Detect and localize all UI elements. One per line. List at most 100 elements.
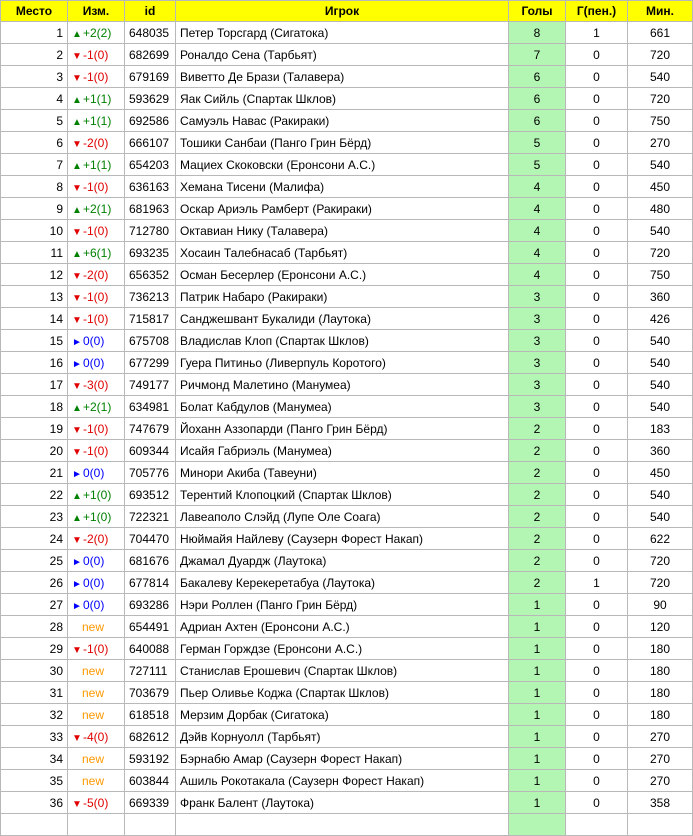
minutes-cell: 540 <box>627 329 693 352</box>
goals-cell: 1 <box>508 681 566 704</box>
player-id-cell: 712780 <box>124 219 176 242</box>
table-row[interactable]: 14 ▼-1(0) 715817 Санджешвант Букалиди (Лаут… <box>0 307 693 330</box>
table-row[interactable]: 8 ▼-1(0) 636163 Хемана Тисени (Малифа) 4 0 450 <box>0 175 693 198</box>
table-row[interactable]: 16 ►0(0) 677299 Гуера Питиньо (Ливерпуль Ко… <box>0 351 693 374</box>
minutes-cell: 720 <box>627 241 693 264</box>
table-row[interactable]: 7 ▲+1(1) 654203 Мациех Скоковски (Еронсони … <box>0 153 693 176</box>
change-value: +2(2) <box>83 25 112 40</box>
player-id-cell: 681676 <box>124 549 176 572</box>
minutes-cell: 270 <box>627 769 693 792</box>
table-row[interactable]: 33 ▼-4(0) 682612 Дэйв Корнуолл (Тарбьят) 1 0 2… <box>0 725 693 748</box>
place-cell: 10 <box>0 219 68 242</box>
goals-cell: 8 <box>508 21 566 44</box>
change-value: new <box>82 751 105 766</box>
table-row[interactable]: 9 ▲+2(1) 681963 Оскар Ариэль Рамберт (Ракир… <box>0 197 693 220</box>
table-row[interactable]: 18 ▲+2(1) 634981 Болат Кабдулов (Манумеа) 3 0… <box>0 395 693 418</box>
penalty-goals-cell: 0 <box>565 769 628 792</box>
minutes-cell: 270 <box>627 725 693 748</box>
change-value: +1(1) <box>83 113 112 128</box>
table-row[interactable]: 13 ▼-1(0) 736213 Патрик Набаро (Ракираки) 3 0… <box>0 285 693 308</box>
header-id[interactable]: id <box>124 0 176 22</box>
table-row[interactable]: 10 ▼-1(0) 712780 Октавиан Нику (Талавера) 4 0… <box>0 219 693 242</box>
goals-cell: 3 <box>508 395 566 418</box>
goals-cell: 2 <box>508 549 566 572</box>
table-row[interactable]: 23 ▲+1(0) 722321 Лавеаполо Слэйд (Лупе Оле … <box>0 505 693 528</box>
minutes-cell: 720 <box>627 571 693 594</box>
player-id-cell: 693235 <box>124 241 176 264</box>
minutes-cell: 426 <box>627 307 693 330</box>
player-id-cell: 669339 <box>124 791 176 814</box>
table-row[interactable]: 6 ▼-2(0) 666107 Тошики Санбаи (Панго Грин Б… <box>0 131 693 154</box>
change-value: new <box>82 685 105 700</box>
player-name-cell: Джамал Дуардж (Лаутока) <box>175 549 509 572</box>
player-id-cell: 618518 <box>124 703 176 726</box>
player-name-cell: Ричмонд Малетино (Манумеа) <box>175 373 509 396</box>
table-row[interactable]: 35 new 603844 Ашиль Рокотакала (Саузерн Фор… <box>0 769 693 792</box>
header-goals[interactable]: Голы <box>508 0 566 22</box>
table-row[interactable]: 21 ►0(0) 705776 Минори Акиба (Тавеуни) 2 0 450 <box>0 461 693 484</box>
table-row[interactable]: 5 ▲+1(1) 692586 Самуэль Навас (Ракираки) 6 0 7… <box>0 109 693 132</box>
player-name-cell: Бэрнабю Амар (Саузерн Форест Накап) <box>175 747 509 770</box>
table-row[interactable]: 1 ▲+2(2) 648035 Петер Торсгард (Сигатока) 8 1… <box>0 21 693 44</box>
place-cell: 15 <box>0 329 68 352</box>
table-row[interactable]: 36 ▼-5(0) 669339 Франк Балент (Лаутока) 1 0 35… <box>0 791 693 814</box>
table-row[interactable]: 3 ▼-1(0) 679169 Виветто Де Брази (Талавера)… <box>0 65 693 88</box>
player-id-cell: 603844 <box>124 769 176 792</box>
table-row[interactable]: 22 ▲+1(0) 693512 Терентий Клопоцкий (Спарта… <box>0 483 693 506</box>
table-row[interactable]: 20 ▼-1(0) 609344 Исайя Габриэль (Манумеа) 2 0… <box>0 439 693 462</box>
change-cell: ▼-2(0) <box>67 527 125 550</box>
table-row[interactable]: 29 ▼-1(0) 640088 Герман Горждзе (Еронсони А… <box>0 637 693 660</box>
change-value: -1(0) <box>83 311 109 326</box>
arrow-down-icon: ▼ <box>72 50 82 62</box>
table-row[interactable]: 25 ►0(0) 681676 Джамал Дуардж (Лаутока) 2 0 72… <box>0 549 693 572</box>
player-name-cell: Терентий Клопоцкий (Спартак Шклов) <box>175 483 509 506</box>
table-row[interactable]: 24 ▼-2(0) 704470 Нюймайя Найлеву (Саузерн Ф… <box>0 527 693 550</box>
minutes-cell: 540 <box>627 483 693 506</box>
change-value: -1(0) <box>83 421 109 436</box>
place-cell: 20 <box>0 439 68 462</box>
minutes-cell: 180 <box>627 703 693 726</box>
minutes-cell: 540 <box>627 153 693 176</box>
table-row[interactable]: 30 new 727111 Станислав Ерошевич (Спартак Ш… <box>0 659 693 682</box>
place-cell: 33 <box>0 725 68 748</box>
table-row[interactable]: 19 ▼-1(0) 747679 Йоханн Аззопарди (Панго Гр… <box>0 417 693 440</box>
change-cell: ▼-1(0) <box>67 637 125 660</box>
arrow-up-icon: ▲ <box>72 402 82 414</box>
place-cell: 24 <box>0 527 68 550</box>
table-row[interactable]: 12 ▼-2(0) 656352 Осман Бесерлер (Еронсони А… <box>0 263 693 286</box>
table-row[interactable]: 34 new 593192 Бэрнабю Амар (Саузерн Форест … <box>0 747 693 770</box>
penalty-goals-cell: 0 <box>565 241 628 264</box>
table-row[interactable]: 27 ►0(0) 693286 Нэри Роллен (Панго Грин Бёр… <box>0 593 693 616</box>
goals-cell: 1 <box>508 703 566 726</box>
header-player[interactable]: Игрок <box>175 0 509 22</box>
table-row[interactable]: 32 new 618518 Мерзим Дорбак (Сигатока) 1 0 180 <box>0 703 693 726</box>
table-row[interactable]: 11 ▲+6(1) 693235 Хосаин Талебнасаб (Тарбьят… <box>0 241 693 264</box>
header-minutes[interactable]: Мин. <box>627 0 693 22</box>
penalty-goals-cell: 0 <box>565 43 628 66</box>
table-row[interactable]: 4 ▲+1(1) 593629 Яак Сийль (Спартак Шклов) 6 0… <box>0 87 693 110</box>
goals-cell: 2 <box>508 527 566 550</box>
header-row: Место Изм. id Игрок Голы Г(пен.) Мин. <box>0 0 693 22</box>
table-row[interactable] <box>0 813 693 836</box>
penalty-goals-cell: 0 <box>565 505 628 528</box>
table-row[interactable]: 2 ▼-1(0) 682699 Роналдо Сена (Тарбьят) 7 0 720 <box>0 43 693 66</box>
header-penalties[interactable]: Г(пен.) <box>565 0 628 22</box>
player-name-cell: Станислав Ерошевич (Спартак Шклов) <box>175 659 509 682</box>
player-id-cell: 747679 <box>124 417 176 440</box>
place-cell: 34 <box>0 747 68 770</box>
table-row[interactable]: 31 new 703679 Пьер Оливье Коджа (Спартак Шк… <box>0 681 693 704</box>
goals-cell: 2 <box>508 439 566 462</box>
table-row[interactable]: 15 ►0(0) 675708 Владислав Клоп (Спартак Шкл… <box>0 329 693 352</box>
penalty-goals-cell: 0 <box>565 373 628 396</box>
player-id-cell: 682612 <box>124 725 176 748</box>
change-value: 0(0) <box>83 553 105 568</box>
table-row[interactable]: 17 ▼-3(0) 749177 Ричмонд Малетино (Манумеа)… <box>0 373 693 396</box>
change-indicator: ▼-1(0) <box>72 70 108 84</box>
table-row[interactable]: 26 ►0(0) 677814 Бакалеву Керекеретабуа (Лау… <box>0 571 693 594</box>
goals-cell: 3 <box>508 285 566 308</box>
player-name-cell: Санджешвант Букалиди (Лаутока) <box>175 307 509 330</box>
change-indicator: new <box>72 620 104 634</box>
header-place[interactable]: Место <box>0 0 68 22</box>
table-row[interactable]: 28 new 654491 Адриан Ахтен (Еронсони А.С.) 1… <box>0 615 693 638</box>
header-change[interactable]: Изм. <box>67 0 125 22</box>
